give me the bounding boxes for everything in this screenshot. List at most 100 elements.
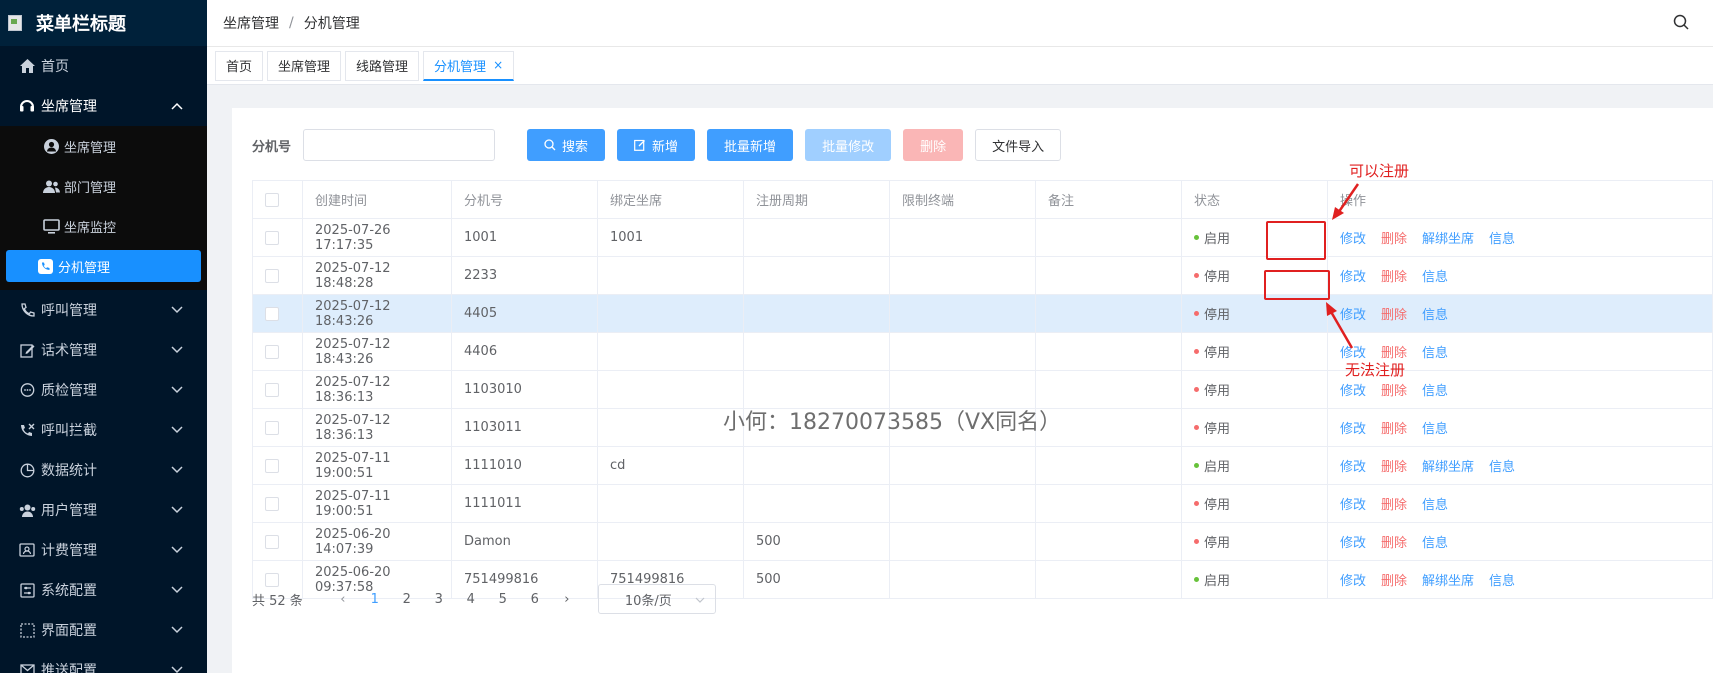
sidebar-item-call-management[interactable]: 呼叫管理 [0, 290, 207, 330]
delete-link[interactable]: 删除 [1381, 460, 1407, 475]
page-button[interactable]: 4 [455, 592, 487, 607]
table-row[interactable]: 2025-07-11 19:00:51 1111011 停用 修改 删除 信息 [252, 484, 1713, 523]
table-cell [1035, 218, 1182, 257]
sidebar-item-billing-management[interactable]: 计费管理 [0, 530, 207, 570]
page-button[interactable]: 1 [359, 592, 391, 607]
status-text: 启用 [1204, 232, 1231, 247]
table-row[interactable]: 2025-07-12 18:48:28 2233 停用 修改 删除 信息 [252, 256, 1713, 295]
page-button[interactable]: 5 [487, 592, 519, 607]
row-select-cell [252, 522, 303, 561]
sidebar-subitem-seat-monitor[interactable]: 坐席监控 [6, 206, 201, 246]
page-button[interactable]: 3 [423, 592, 455, 607]
sidebar-item-script-management[interactable]: 话术管理 [0, 330, 207, 370]
edit-link[interactable]: 修改 [1340, 232, 1366, 247]
table-cell: 2025-07-12 18:48:28 [302, 256, 452, 295]
prev-page-button[interactable]: ‹ [327, 592, 359, 607]
edit-link[interactable]: 修改 [1340, 270, 1366, 285]
chevron-down-icon [169, 622, 185, 638]
row-checkbox[interactable] [265, 420, 279, 435]
edit-link[interactable]: 修改 [1340, 384, 1366, 399]
edit-link[interactable]: 修改 [1340, 498, 1366, 513]
unbind-seat-link[interactable]: 解绑坐席 [1422, 460, 1474, 475]
edit-link[interactable]: 修改 [1340, 460, 1366, 475]
edit-icon [634, 139, 646, 151]
info-link[interactable]: 信息 [1422, 422, 1448, 437]
table-cell: 1111010 [451, 446, 598, 485]
batch-edit-button[interactable]: 批量修改 [805, 129, 892, 161]
edit-link[interactable]: 修改 [1340, 536, 1366, 551]
delete-link[interactable]: 删除 [1381, 232, 1407, 247]
sidebar-item-seat-management[interactable]: 坐席管理 [0, 86, 207, 126]
row-checkbox[interactable] [265, 230, 279, 245]
row-checkbox[interactable] [265, 458, 279, 473]
delete-link[interactable]: 删除 [1381, 422, 1407, 437]
headset-icon [18, 97, 36, 115]
info-link[interactable]: 信息 [1422, 308, 1448, 323]
info-link[interactable]: 信息 [1489, 574, 1515, 589]
page-button[interactable]: 2 [391, 592, 423, 607]
sidebar-item-home[interactable]: 首页 [0, 46, 207, 86]
sidebar-item-push-config[interactable]: 推送配置 [0, 650, 207, 673]
edit-link[interactable]: 修改 [1340, 574, 1366, 589]
table-row[interactable]: 2025-07-12 18:36:13 1103010 停用 修改 删除 信息 [252, 370, 1713, 409]
table-cell: 2025-07-12 18:36:13 [302, 408, 452, 447]
delete-link[interactable]: 删除 [1381, 270, 1407, 285]
next-page-button[interactable]: › [551, 592, 583, 607]
info-link[interactable]: 信息 [1422, 498, 1448, 513]
delete-link[interactable]: 删除 [1381, 498, 1407, 513]
sidebar-item-statistics[interactable]: 数据统计 [0, 450, 207, 490]
close-icon[interactable]: × [493, 58, 503, 72]
tab-line-management[interactable]: 线路管理 [345, 50, 420, 81]
table-row[interactable]: 2025-07-11 19:00:51 1111010 cd 启用 修改 删除 解绑坐席 信息 [252, 446, 1713, 485]
row-checkbox[interactable] [265, 382, 279, 397]
search-button[interactable]: 搜索 [527, 129, 606, 161]
delete-link[interactable]: 删除 [1381, 384, 1407, 399]
delete-link[interactable]: 删除 [1381, 308, 1407, 323]
tab-seat-management[interactable]: 坐席管理 [267, 50, 342, 81]
sidebar-subitem-department[interactable]: 部门管理 [6, 166, 201, 206]
table-row[interactable]: 2025-06-20 14:07:39 Damon 500 停用 修改 删除 信息 [252, 522, 1713, 561]
unbind-seat-link[interactable]: 解绑坐席 [1422, 232, 1474, 247]
table-cell [889, 294, 1036, 333]
row-checkbox[interactable] [265, 496, 279, 511]
search-icon[interactable] [1673, 14, 1691, 32]
row-checkbox[interactable] [265, 534, 279, 549]
info-link[interactable]: 信息 [1422, 346, 1448, 361]
row-checkbox[interactable] [265, 268, 279, 283]
tab-extension-management[interactable]: 分机管理 × [423, 50, 515, 81]
select-all-checkbox[interactable] [265, 192, 279, 207]
page-button[interactable]: 6 [519, 592, 551, 607]
table-cell [743, 332, 890, 371]
table-row[interactable]: 2025-07-12 18:43:26 4405 停用 修改 删除 信息 [252, 294, 1713, 333]
settings-panel-icon [18, 581, 36, 599]
info-link[interactable]: 信息 [1422, 384, 1448, 399]
table-row[interactable]: 2025-07-26 17:17:35 1001 1001 启用 修改 删除 解绑坐席 信息 [252, 218, 1713, 257]
sidebar-item-system-config[interactable]: 系统配置 [0, 570, 207, 610]
info-link[interactable]: 信息 [1489, 460, 1515, 475]
info-link[interactable]: 信息 [1422, 270, 1448, 285]
delete-button[interactable]: 删除 [903, 129, 964, 161]
breadcrumb-item[interactable]: 坐席管理 [223, 13, 279, 33]
sidebar-item-quality-management[interactable]: 质检管理 [0, 370, 207, 410]
batch-add-button[interactable]: 批量新增 [707, 129, 794, 161]
table-row[interactable]: 2025-07-12 18:43:26 4406 停用 修改 删除 信息 [252, 332, 1713, 371]
add-button[interactable]: 新增 [617, 129, 696, 161]
delete-link[interactable]: 删除 [1381, 574, 1407, 589]
extension-filter-input[interactable] [303, 129, 496, 161]
sidebar-subitem-seat-management[interactable]: 坐席管理 [6, 126, 201, 166]
file-import-button[interactable]: 文件导入 [975, 129, 1062, 161]
status-dot [1194, 349, 1199, 354]
sidebar-item-user-management[interactable]: 用户管理 [0, 490, 207, 530]
sidebar-item-call-intercept[interactable]: 呼叫拦截 [0, 410, 207, 450]
delete-link[interactable]: 删除 [1381, 536, 1407, 551]
info-link[interactable]: 信息 [1422, 536, 1448, 551]
sidebar-subitem-extension[interactable]: 分机管理 [6, 250, 201, 282]
info-link[interactable]: 信息 [1489, 232, 1515, 247]
tab-home[interactable]: 首页 [215, 50, 264, 81]
row-checkbox[interactable] [265, 306, 279, 321]
edit-link[interactable]: 修改 [1340, 422, 1366, 437]
sidebar-item-ui-config[interactable]: 界面配置 [0, 610, 207, 650]
page-size-select[interactable]: 10条/页 [597, 584, 716, 614]
unbind-seat-link[interactable]: 解绑坐席 [1422, 574, 1474, 589]
row-checkbox[interactable] [265, 344, 279, 359]
